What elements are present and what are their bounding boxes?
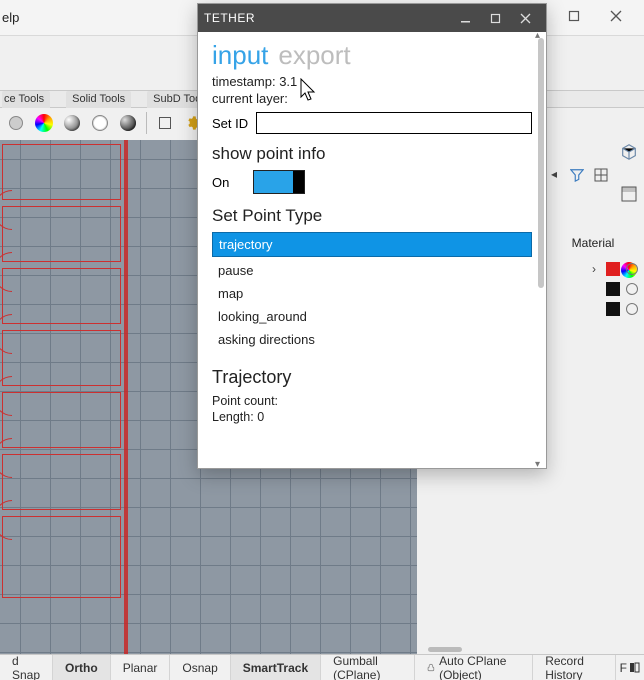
geometry-rect — [2, 144, 121, 200]
layer-radio[interactable] — [626, 303, 638, 315]
scroll-down-icon[interactable]: ▾ — [535, 459, 545, 470]
tab-export[interactable]: export — [278, 42, 350, 68]
tether-dialog: TETHER ▴ ▾ input export timestamp: 3.1 c… — [197, 3, 547, 469]
layer-radio[interactable] — [626, 283, 638, 295]
sphere-light-icon[interactable] — [60, 111, 84, 135]
square-icon[interactable] — [153, 111, 177, 135]
current-layer-label: current layer: — [212, 91, 288, 106]
geometry-arc — [0, 190, 12, 230]
setid-input[interactable] — [256, 112, 532, 134]
toggle-knob — [293, 171, 304, 193]
layer-row[interactable] — [548, 280, 638, 298]
chevron-left-icon[interactable]: ◂ — [548, 168, 560, 180]
geometry-arc — [0, 314, 12, 354]
status-tail[interactable]: F — [616, 655, 644, 680]
status-bar: d Snap Ortho Planar Osnap SmartTrack Gum… — [0, 654, 644, 680]
toolbar-separator — [146, 112, 147, 134]
close-button[interactable] — [510, 8, 540, 28]
geometry-arc — [0, 438, 12, 478]
on-label: On — [212, 175, 229, 190]
dialog-title: TETHER — [204, 11, 255, 25]
app-root: elp ce Tools Solid Tools SubD Tools — [0, 0, 644, 680]
layer-panel: ◂ — [548, 168, 608, 191]
backface-icon[interactable] — [4, 111, 28, 135]
trajectory-header: Trajectory — [212, 367, 532, 388]
status-record[interactable]: Record History — [533, 655, 615, 680]
menu-help[interactable]: elp — [2, 10, 19, 25]
color-swatch[interactable] — [606, 282, 620, 296]
host-close-button[interactable] — [598, 4, 634, 28]
status-gumball[interactable]: Gumball (CPlane) — [321, 655, 415, 680]
geometry-rect — [2, 516, 121, 598]
point-count-label: Point count: — [212, 394, 278, 408]
dialog-body: ▴ ▾ input export timestamp: 3.1 current … — [198, 32, 546, 468]
tool-tab[interactable]: Solid Tools — [66, 91, 131, 108]
sphere-grid-icon[interactable] — [88, 111, 112, 135]
h-scroll-thumb[interactable] — [428, 647, 462, 652]
right-sidebar — [614, 140, 644, 650]
geometry-rect — [2, 206, 121, 262]
layer-row[interactable]: › — [548, 260, 638, 278]
show-point-info-header: show point info — [212, 144, 532, 164]
tab-input[interactable]: input — [212, 42, 268, 68]
host-maximize-button[interactable] — [556, 4, 592, 28]
set-point-type-header: Set Point Type — [212, 206, 532, 226]
status-snap[interactable]: d Snap — [0, 655, 53, 680]
dialog-tabs: input export — [212, 42, 532, 68]
option-map[interactable]: map — [212, 282, 532, 305]
color-swatch[interactable] — [606, 302, 620, 316]
sphere-dark-icon[interactable] — [116, 111, 140, 135]
status-ortho[interactable]: Ortho — [53, 655, 111, 680]
geometry-rect — [2, 454, 121, 510]
chevron-right-icon: › — [588, 263, 600, 275]
option-looking-around[interactable]: looking_around — [212, 305, 532, 328]
tool-tab[interactable]: ce Tools — [2, 91, 50, 108]
setid-label: Set ID — [212, 116, 248, 131]
layer-row[interactable] — [548, 300, 638, 318]
filter-icon[interactable] — [570, 168, 584, 185]
length-value: 0 — [257, 410, 264, 424]
color-swatch[interactable] — [606, 262, 620, 276]
status-planar[interactable]: Planar — [111, 655, 171, 680]
panel-collapse-icon[interactable] — [619, 184, 639, 204]
status-autocplane[interactable]: Auto CPlane (Object) — [415, 655, 533, 680]
color-wheel-icon[interactable] — [32, 111, 56, 135]
layer-header-material[interactable]: Material — [548, 236, 638, 250]
geometry-rect — [2, 392, 121, 448]
grid-icon[interactable] — [594, 168, 608, 185]
status-osnap[interactable]: Osnap — [170, 655, 230, 680]
cube-icon[interactable] — [619, 142, 639, 162]
geometry-rect — [2, 268, 121, 324]
geometry-arc — [0, 252, 12, 292]
scroll-thumb[interactable] — [538, 38, 544, 288]
geometry-arc — [0, 500, 12, 540]
point-type-list: trajectory pause map looking_around aski… — [212, 232, 532, 351]
layer-radio[interactable] — [626, 263, 638, 275]
option-asking-directions[interactable]: asking directions — [212, 328, 532, 351]
geometry-rect — [2, 330, 121, 386]
geometry-arc — [0, 376, 12, 416]
maximize-button[interactable] — [480, 8, 510, 28]
dialog-titlebar[interactable]: TETHER — [198, 4, 546, 32]
current-layer-line: current layer: — [212, 91, 532, 106]
option-pause[interactable]: pause — [212, 259, 532, 282]
axis-line — [124, 140, 128, 655]
option-trajectory[interactable]: trajectory — [212, 232, 532, 257]
timestamp-value: 3.1 — [279, 74, 297, 89]
timestamp-label: timestamp: — [212, 74, 279, 89]
point-info-toggle[interactable] — [253, 170, 305, 194]
timestamp-line: timestamp: 3.1 — [212, 74, 532, 89]
status-smarttrack[interactable]: SmartTrack — [231, 655, 321, 680]
minimize-button[interactable] — [450, 8, 480, 28]
length-label: Length: — [212, 410, 257, 424]
